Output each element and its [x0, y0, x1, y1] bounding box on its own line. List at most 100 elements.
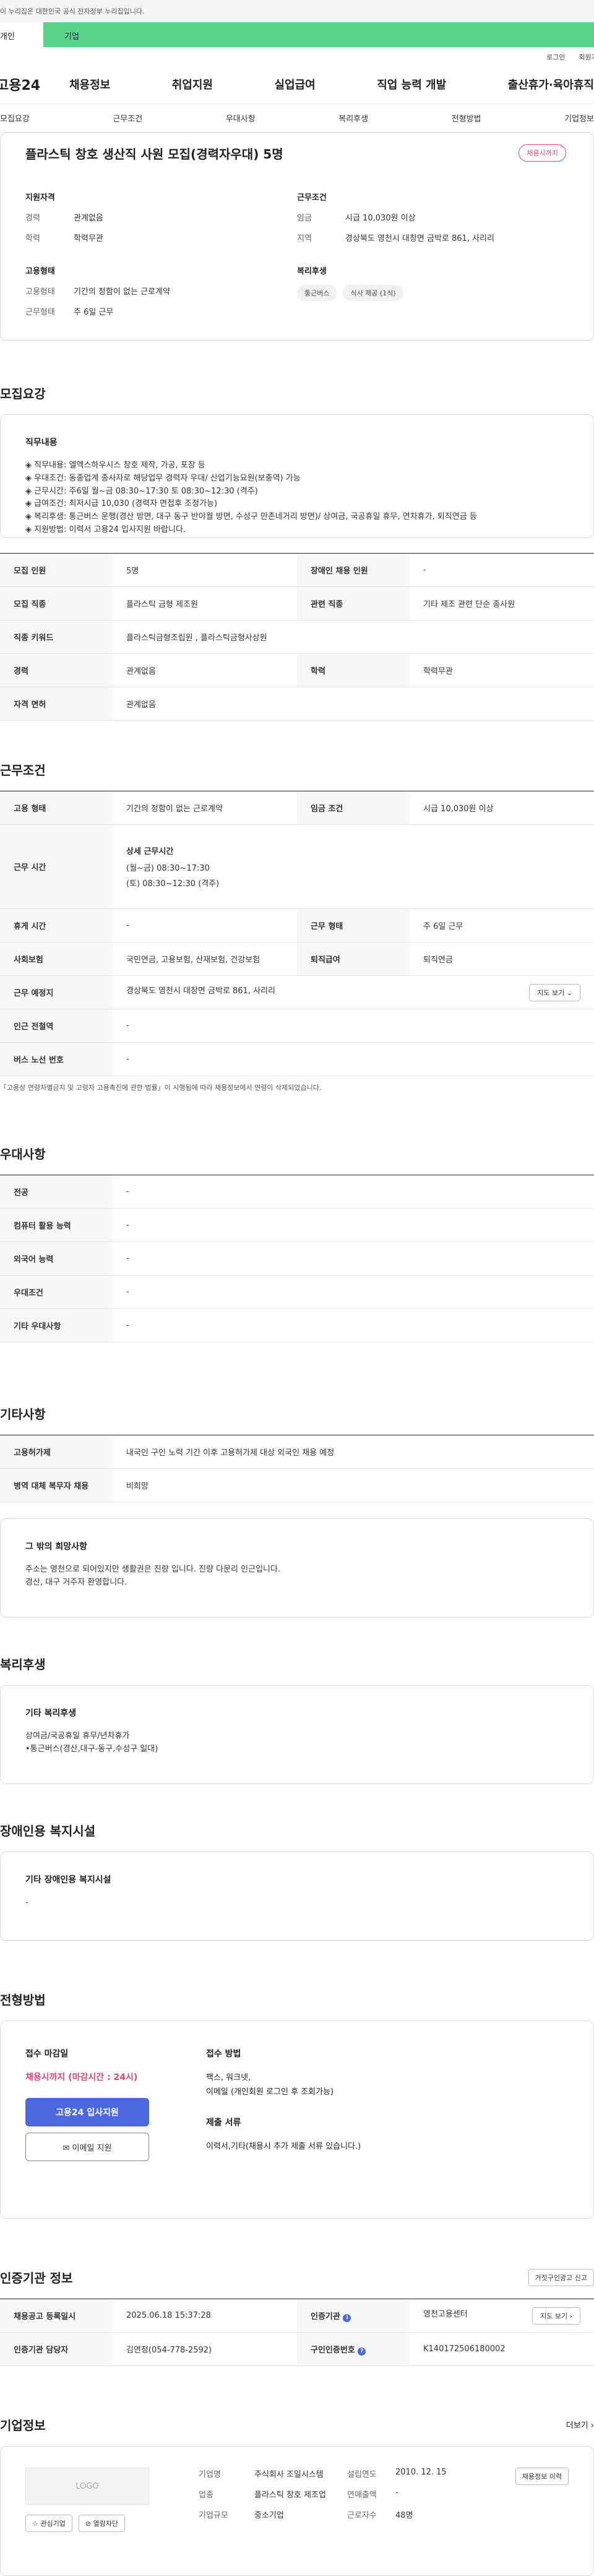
- welfare-summary-block: 복리후생 통근버스 식사 제공 (1식): [297, 264, 569, 326]
- workplace-value: 경상북도 영천시 대창면 금박로 861, 사리리: [126, 986, 275, 996]
- employee-count-label: 근로자수: [347, 2511, 377, 2520]
- employment-permit-label: 고용허가제: [0, 1435, 113, 1469]
- favorite-company-button[interactable]: ☆ 관심기업: [25, 2515, 72, 2532]
- bus-value: -: [113, 1042, 594, 1076]
- gov-notice-bar: 이 누리집은 대한민국 공식 전자정부 누리집입니다.: [0, 0, 594, 22]
- recruit-count-label: 모집 인원: [0, 553, 113, 587]
- job-description-line: ◈ 직무내용: 엘엑스하우시스 창호 제작, 가공, 포장 등: [25, 461, 205, 470]
- cert-number-value: K140172506180002: [410, 2332, 594, 2366]
- table-row: 기타 우대사항 -: [0, 1308, 594, 1342]
- work-form-value: 주 6일 근무: [74, 308, 114, 317]
- company-more-link[interactable]: 더보기 ›: [566, 2419, 594, 2430]
- disabled-facility-value: -: [25, 1898, 28, 1907]
- menu-employment-support[interactable]: 취업지원: [172, 76, 213, 92]
- anchor-recruit[interactable]: 모집요강: [0, 112, 30, 124]
- agency-value-cell: 영천고용센터 지도 보기 ›: [410, 2299, 594, 2333]
- pref-condition-label: 우대조건: [0, 1275, 113, 1309]
- menu-jobs[interactable]: 채용정보: [69, 76, 110, 92]
- qualification-heading: 지원자격: [25, 193, 55, 202]
- company-section-title: 기업정보: [0, 2418, 46, 2433]
- condition-heading: 근무조건: [297, 193, 327, 202]
- apply-way-line: 이메일 (개인회원 로그인 후 조회가능): [206, 2087, 334, 2097]
- table-row: 우대조건 -: [0, 1275, 594, 1309]
- anchor-welfare[interactable]: 복리후생: [338, 112, 368, 124]
- bus-label: 버스 노선 번호: [0, 1042, 113, 1076]
- sales-label: 연매출액: [347, 2491, 377, 2500]
- agency-label: 인증기관: [311, 2312, 340, 2321]
- menu-parental-leave[interactable]: 출산휴가·육아휴직: [508, 76, 594, 92]
- other-wishes-box: 그 밖의 희망사항 주소는 영천으로 되어있지만 생활권은 진량 입니다. 진량…: [0, 1518, 594, 1617]
- qualification-block: 지원자격 경력 관계없음 학력 학력무관: [25, 191, 297, 252]
- tab-person[interactable]: 개인: [0, 22, 43, 47]
- hiring-history-button[interactable]: 채용정보 이력: [515, 2468, 569, 2485]
- preference-section-title: 우대사항: [0, 1147, 46, 1162]
- table-row: 모집 인원 5명 장애인 채용 인원 -: [0, 553, 594, 587]
- menu-unemployment-benefit[interactable]: 실업급여: [275, 76, 316, 92]
- region-label: 지역: [297, 234, 312, 243]
- language-value: -: [113, 1242, 594, 1276]
- report-fake-ad-button[interactable]: 거짓구인광고 신고: [528, 2268, 594, 2286]
- other-wishes-heading: 그 밖의 희망사항: [25, 1542, 87, 1552]
- agency-value: 영천고용센터: [423, 2309, 468, 2319]
- agency-label-cell: 인증기관 i: [297, 2299, 410, 2333]
- table-career-label: 경력: [0, 653, 113, 687]
- education-label: 학력: [25, 234, 40, 243]
- employment-type-block: 고용형태 고용형태 기간의 정함이 없는 근로계약 근무형태 주 6일 근무: [25, 264, 297, 326]
- work-wage-label: 임금 조건: [297, 791, 410, 825]
- welfare-section-title: 복리후생: [0, 1657, 46, 1672]
- company-size-value: 중소기업: [254, 2511, 284, 2520]
- work-hours-detail-heading: 상세 근무시간: [126, 847, 174, 856]
- work-table: 고용 형태 기간의 정함이 없는 근로계약 임금 조건 시급 10,030원 이…: [0, 791, 594, 1076]
- registered-at-label: 채용공고 등록일시: [0, 2299, 113, 2333]
- anchor-work[interactable]: 근무조건: [113, 112, 142, 124]
- job-description-line: ◈ 급여조건: 최저시급 10,030 (경력자 면접후 조정가능): [25, 499, 218, 509]
- anchor-method[interactable]: 전형방법: [452, 112, 481, 124]
- work-hours-value: 상세 근무시간 (월~금) 08:30~17:30 (토) 08:30~12:3…: [113, 824, 594, 909]
- agency-staff-label: 인증기관 담당자: [0, 2332, 113, 2366]
- major-label: 전공: [0, 1175, 113, 1209]
- company-logo-placeholder: LOGO: [25, 2468, 149, 2505]
- workplace-label: 근무 예정지: [0, 975, 113, 1009]
- login-link[interactable]: 로그인: [546, 52, 565, 64]
- anchor-company[interactable]: 기업정보: [564, 112, 594, 124]
- work-emptype-value: 기간의 정함이 없는 근로계약: [113, 791, 297, 825]
- table-row: 근무 시간 상세 근무시간 (월~금) 08:30~17:30 (토) 08:3…: [0, 824, 594, 909]
- license-label: 자격 면허: [0, 687, 113, 721]
- table-row: 컴퓨터 활용 능력 -: [0, 1208, 594, 1242]
- menu-vocational-training[interactable]: 직업 능력 개발: [377, 76, 446, 92]
- deadline-badge: 채용시까지: [519, 144, 566, 162]
- sales-value: -: [395, 2488, 398, 2497]
- block-company-button[interactable]: ⊘ 열람차단: [78, 2515, 126, 2532]
- info-icon[interactable]: i: [343, 2313, 351, 2322]
- employee-count-value: 48명: [395, 2511, 413, 2520]
- site-logo[interactable]: 고용24: [0, 74, 69, 94]
- table-row: 사회보험 국민연금, 고용보험, 산재보험, 건강보험 퇴직급여 퇴직연금: [0, 942, 594, 976]
- education-value: 학력무관: [74, 234, 103, 243]
- employment-permit-value: 내국인 구인 노력 기간 이후 고용허가제 대상 외국인 채용 예정: [113, 1435, 594, 1469]
- apply-online-button[interactable]: 고용24 입사지원: [25, 2098, 149, 2126]
- apply-email-button[interactable]: ✉ 이메일 지원: [25, 2133, 149, 2161]
- pref-etc-value: -: [113, 1308, 594, 1342]
- tab-business[interactable]: 기업: [43, 22, 594, 47]
- chip-meal: 식사 제공 (1식): [343, 285, 403, 301]
- break-value: -: [113, 908, 297, 942]
- workplace-map-button[interactable]: 지도 보기 ⌄: [529, 983, 580, 1001]
- work-emptype-label: 고용 형태: [0, 791, 113, 825]
- employment-type-label: 고용형태: [25, 287, 55, 297]
- region-value: 경상북도 영천시 대창면 금박로 861, 사리리: [345, 234, 494, 243]
- job-description-line: ◈ 지원방법: 이력서 고용24 입사지원 바랍니다.: [25, 524, 186, 534]
- work-wage-value: 시급 10,030원 이상: [410, 791, 594, 825]
- retirement-label: 퇴직급여: [297, 942, 410, 976]
- join-link[interactable]: 회원가입: [579, 52, 594, 64]
- founded-value: 2010. 12. 15: [395, 2468, 447, 2477]
- main-menu: 채용정보 취업지원 실업급여 직업 능력 개발 출산휴가·육아휴직: [69, 76, 594, 92]
- recruit-count-value: 5명: [113, 553, 297, 587]
- wage-value: 시급 10,030원 이상: [345, 214, 416, 223]
- agency-map-button[interactable]: 지도 보기 ›: [532, 2307, 580, 2325]
- insurance-label: 사회보험: [0, 942, 113, 976]
- table-row: 버스 노선 번호 -: [0, 1042, 594, 1076]
- anchor-preference[interactable]: 우대사항: [226, 112, 256, 124]
- other-wishes-line: 주소는 영천으로 되어있지만 생활권은 진량 입니다. 진량 다문리 인근입니다…: [25, 1565, 281, 1574]
- info-icon[interactable]: ?: [358, 2347, 366, 2356]
- military-service-value: 비희망: [113, 1468, 594, 1502]
